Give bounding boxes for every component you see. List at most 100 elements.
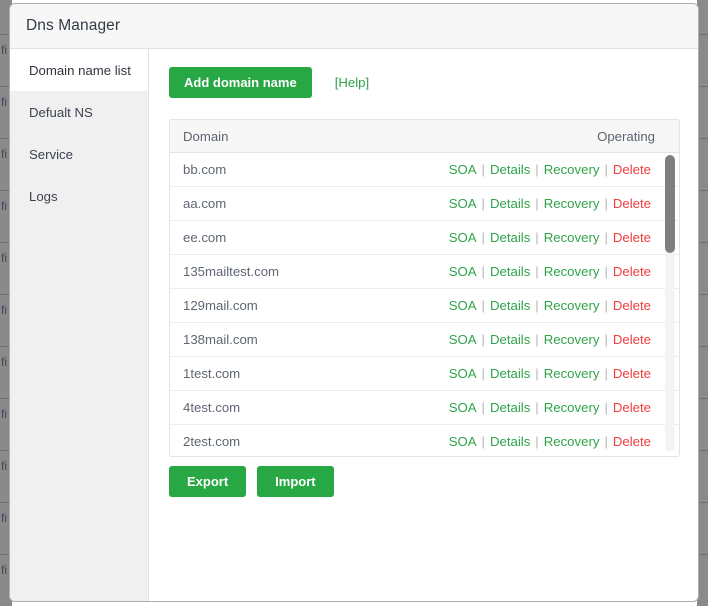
action-separator: | (477, 162, 490, 177)
table-row: 129mail.comSOA|Details|Recovery|Delete (170, 289, 679, 323)
action-separator: | (530, 298, 543, 313)
action-soa-link[interactable]: SOA (449, 298, 477, 313)
action-separator: | (477, 298, 490, 313)
action-soa-link[interactable]: SOA (449, 196, 477, 211)
action-delete-link[interactable]: Delete (613, 196, 651, 211)
background-text-fragment: fi (1, 252, 7, 264)
action-delete-link[interactable]: Delete (613, 230, 651, 245)
action-separator: | (477, 400, 490, 415)
action-recovery-link[interactable]: Recovery (544, 230, 600, 245)
action-separator: | (530, 196, 543, 211)
action-recovery-link[interactable]: Recovery (544, 264, 600, 279)
action-separator: | (530, 332, 543, 347)
action-separator: | (599, 366, 612, 381)
sidebar-item-label: Defualt NS (29, 105, 93, 120)
sidebar: Domain name list Defualt NS Service Logs (10, 49, 149, 602)
action-delete-link[interactable]: Delete (613, 366, 651, 381)
dialog-header: Dns Manager (10, 4, 698, 49)
action-details-link[interactable]: Details (490, 332, 530, 347)
table-row: ee.comSOA|Details|Recovery|Delete (170, 221, 679, 255)
cell-operating: SOA|Details|Recovery|Delete (449, 196, 664, 211)
action-separator: | (477, 366, 490, 381)
action-details-link[interactable]: Details (490, 264, 530, 279)
help-link[interactable]: [Help] (335, 75, 369, 90)
cell-domain: 2test.com (183, 434, 449, 449)
action-recovery-link[interactable]: Recovery (544, 196, 600, 211)
action-soa-link[interactable]: SOA (449, 366, 477, 381)
action-recovery-link[interactable]: Recovery (544, 298, 600, 313)
background-text-fragment: fi (1, 564, 7, 576)
action-separator: | (530, 230, 543, 245)
action-delete-link[interactable]: Delete (613, 332, 651, 347)
cell-operating: SOA|Details|Recovery|Delete (449, 400, 664, 415)
table-scrollbar-thumb[interactable] (665, 155, 675, 253)
action-delete-link[interactable]: Delete (613, 264, 651, 279)
action-details-link[interactable]: Details (490, 298, 530, 313)
action-details-link[interactable]: Details (490, 400, 530, 415)
action-details-link[interactable]: Details (490, 230, 530, 245)
action-delete-link[interactable]: Delete (613, 400, 651, 415)
toolbar: Add domain name [Help] (169, 67, 680, 98)
action-soa-link[interactable]: SOA (449, 264, 477, 279)
action-recovery-link[interactable]: Recovery (544, 400, 600, 415)
table-row: 1test.comSOA|Details|Recovery|Delete (170, 357, 679, 391)
action-details-link[interactable]: Details (490, 196, 530, 211)
table-row: aa.comSOA|Details|Recovery|Delete (170, 187, 679, 221)
export-button[interactable]: Export (169, 466, 246, 497)
cell-domain: 138mail.com (183, 332, 449, 347)
cell-operating: SOA|Details|Recovery|Delete (449, 298, 664, 313)
dns-manager-dialog: Dns Manager Domain name list Defualt NS Se… (9, 3, 699, 602)
background-text-fragment: fi (1, 96, 7, 108)
domain-table: Domain Operating bb.comSOA|Details|Recov… (169, 119, 680, 457)
action-recovery-link[interactable]: Recovery (544, 366, 600, 381)
table-row: 138mail.comSOA|Details|Recovery|Delete (170, 323, 679, 357)
action-separator: | (477, 196, 490, 211)
action-separator: | (530, 366, 543, 381)
action-separator: | (599, 298, 612, 313)
cell-operating: SOA|Details|Recovery|Delete (449, 434, 664, 449)
column-header-domain: Domain (183, 129, 597, 144)
cell-domain: ee.com (183, 230, 449, 245)
table-body: bb.comSOA|Details|Recovery|Deleteaa.comS… (170, 153, 679, 456)
table-row: 4test.comSOA|Details|Recovery|Delete (170, 391, 679, 425)
sidebar-item-label: Service (29, 147, 73, 162)
action-details-link[interactable]: Details (490, 162, 530, 177)
action-delete-link[interactable]: Delete (613, 434, 651, 449)
action-delete-link[interactable]: Delete (613, 298, 651, 313)
background-text-fragment: fi (1, 304, 7, 316)
action-soa-link[interactable]: SOA (449, 400, 477, 415)
table-header-row: Domain Operating (170, 120, 679, 153)
cell-operating: SOA|Details|Recovery|Delete (449, 332, 664, 347)
action-soa-link[interactable]: SOA (449, 162, 477, 177)
sidebar-item-logs[interactable]: Logs (10, 175, 148, 217)
add-domain-name-button[interactable]: Add domain name (169, 67, 312, 98)
action-details-link[interactable]: Details (490, 366, 530, 381)
sidebar-item-service[interactable]: Service (10, 133, 148, 175)
action-details-link[interactable]: Details (490, 434, 530, 449)
action-soa-link[interactable]: SOA (449, 434, 477, 449)
sidebar-item-default-ns[interactable]: Defualt NS (10, 91, 148, 133)
cell-operating: SOA|Details|Recovery|Delete (449, 162, 664, 177)
cell-domain: bb.com (183, 162, 449, 177)
action-soa-link[interactable]: SOA (449, 230, 477, 245)
action-separator: | (530, 400, 543, 415)
action-separator: | (530, 434, 543, 449)
sidebar-item-label: Domain name list (29, 63, 131, 78)
cell-operating: SOA|Details|Recovery|Delete (449, 264, 664, 279)
background-text-fragment: fi (1, 200, 7, 212)
action-separator: | (477, 264, 490, 279)
action-recovery-link[interactable]: Recovery (544, 332, 600, 347)
action-recovery-link[interactable]: Recovery (544, 434, 600, 449)
action-recovery-link[interactable]: Recovery (544, 162, 600, 177)
import-button[interactable]: Import (257, 466, 333, 497)
sidebar-item-domain-name-list[interactable]: Domain name list (10, 49, 148, 91)
cell-domain: 4test.com (183, 400, 449, 415)
cell-domain: 1test.com (183, 366, 449, 381)
action-soa-link[interactable]: SOA (449, 332, 477, 347)
cell-domain: aa.com (183, 196, 449, 211)
dialog-body: Domain name list Defualt NS Service Logs Ad… (10, 49, 698, 602)
action-delete-link[interactable]: Delete (613, 162, 651, 177)
background-text-fragment: fi (1, 408, 7, 420)
table-scrollbar-track[interactable] (665, 155, 675, 452)
action-separator: | (599, 196, 612, 211)
